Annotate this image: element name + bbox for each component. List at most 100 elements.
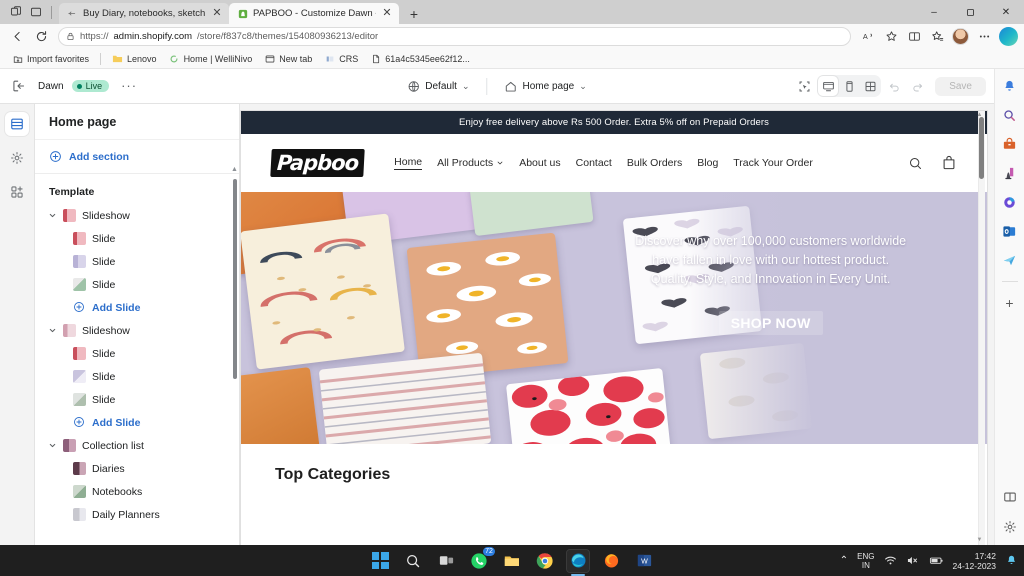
chevron-down-icon[interactable]	[47, 326, 57, 336]
add-sidebar-app-button[interactable]: +	[1000, 293, 1020, 313]
edge-icon[interactable]	[566, 548, 590, 576]
theme-settings-icon[interactable]	[5, 146, 29, 170]
exit-editor-icon[interactable]	[8, 75, 30, 97]
nav-item-blog[interactable]: Blog	[697, 157, 718, 169]
browser-tab-1[interactable]: Buy Diary, notebooks, sketchbo ✕	[59, 3, 229, 24]
chevron-down-icon[interactable]	[47, 211, 57, 221]
battery-icon[interactable]	[929, 554, 944, 567]
store-logo[interactable]: Papboo	[270, 149, 365, 177]
outlook-icon[interactable]	[1000, 221, 1020, 241]
split-screen-icon[interactable]	[903, 27, 925, 47]
cart-icon[interactable]	[941, 155, 957, 171]
tree-item-slide[interactable]: Slide	[35, 388, 239, 411]
tree-item-slideshow[interactable]: Slideshow	[35, 319, 239, 342]
nav-item-home[interactable]: Home	[394, 156, 423, 170]
file-explorer-icon[interactable]	[501, 550, 523, 572]
bookmark-wellinivo[interactable]: Home | WelliNivo	[165, 52, 257, 65]
panel-scroll-up-arrow[interactable]: ▲	[231, 166, 238, 173]
search-icon[interactable]	[402, 550, 424, 572]
bookmark-crs[interactable]: CRS	[320, 52, 362, 65]
split-screen-icon[interactable]	[1000, 487, 1020, 507]
shopping-icon[interactable]	[1000, 134, 1020, 154]
tab-actions-icon[interactable]	[27, 3, 45, 21]
nav-item-track-your-order[interactable]: Track Your Order	[733, 157, 813, 169]
tree-item-notebooks[interactable]: Notebooks	[35, 480, 239, 503]
favorite-star-icon[interactable]	[880, 27, 902, 47]
chevron-down-icon[interactable]	[47, 441, 57, 451]
close-tab-icon[interactable]: ✕	[211, 8, 223, 20]
nav-item-about-us[interactable]: About us	[519, 157, 560, 169]
tree-item-slide[interactable]: Slide	[35, 365, 239, 388]
desktop-view-icon[interactable]	[818, 76, 839, 96]
scroll-down-arrow[interactable]: ▼	[976, 537, 983, 544]
sections-tree-scroll: Add section Template Slideshow Slide Sli…	[35, 139, 239, 545]
maximize-button[interactable]	[952, 0, 988, 24]
back-arrow-icon[interactable]	[6, 27, 28, 47]
settings-gear-icon[interactable]	[1000, 517, 1020, 537]
browser-tab-2[interactable]: PAPBOO - Customize Dawn - Sh ✕	[229, 3, 399, 24]
tree-item-slide[interactable]: Slide	[35, 273, 239, 296]
tray-expand-chevron[interactable]: ⌃	[840, 555, 848, 566]
search-icon[interactable]	[908, 156, 923, 171]
nav-item-contact[interactable]: Contact	[576, 157, 612, 169]
bookmark-new-tab[interactable]: New tab	[260, 52, 316, 65]
tree-item-daily-planners[interactable]: Daily Planners	[35, 503, 239, 526]
panel-scrollbar[interactable]	[233, 179, 237, 379]
inspector-icon[interactable]	[794, 76, 814, 96]
shop-now-button[interactable]: SHOP NOW	[718, 311, 823, 335]
notification-bell-icon[interactable]	[1005, 554, 1018, 567]
bookmark-import-favorites[interactable]: Import favorites	[8, 52, 93, 65]
edge-sidebar: +	[994, 69, 1024, 545]
word-icon[interactable]: W	[633, 550, 655, 572]
apps-icon[interactable]	[5, 180, 29, 204]
save-button[interactable]: Save	[935, 76, 986, 96]
refresh-icon[interactable]	[30, 27, 52, 47]
locale-selector[interactable]: Default ⌄	[400, 77, 476, 96]
close-tab-icon[interactable]: ✕	[381, 8, 393, 20]
minimize-button[interactable]: –	[916, 0, 952, 24]
add-section-button[interactable]: Add section	[35, 139, 239, 174]
start-button[interactable]	[369, 550, 391, 572]
tree-item-slide[interactable]: Slide	[35, 342, 239, 365]
add-slide-button[interactable]: Add Slide	[35, 296, 239, 319]
address-bar[interactable]: https:// admin.shopify.com/store/f837c8/t…	[58, 27, 851, 46]
hero-slideshow[interactable]: Discover why over 100,000 customers worl…	[241, 192, 987, 444]
wifi-icon[interactable]	[884, 554, 897, 567]
settings-more-icon[interactable]	[973, 27, 995, 47]
tree-item-collection-list[interactable]: Collection list	[35, 434, 239, 457]
copilot-icon[interactable]	[999, 27, 1018, 46]
games-icon[interactable]	[1000, 163, 1020, 183]
close-window-button[interactable]: ✕	[988, 0, 1024, 24]
volume-muted-icon[interactable]	[906, 554, 920, 567]
chrome-icon[interactable]	[534, 550, 556, 572]
add-slide-button[interactable]: Add Slide	[35, 411, 239, 434]
tree-item-slideshow[interactable]: Slideshow	[35, 204, 239, 227]
copilot-icon[interactable]	[1000, 192, 1020, 212]
tree-item-diaries[interactable]: Diaries	[35, 457, 239, 480]
bookmark-lenovo[interactable]: Lenovo	[108, 52, 161, 65]
page-selector[interactable]: Home page ⌄	[497, 77, 593, 96]
nav-item-bulk-orders[interactable]: Bulk Orders	[627, 157, 682, 169]
language-indicator[interactable]: ENG IN	[857, 552, 874, 570]
search-icon[interactable]	[1000, 105, 1020, 125]
read-aloud-icon[interactable]: A	[857, 27, 879, 47]
bookmark-document[interactable]: 61a4c5345ee62f12...	[366, 52, 474, 65]
copilot-tabs-icon[interactable]	[7, 3, 25, 21]
send-icon[interactable]	[1000, 250, 1020, 270]
task-view-icon[interactable]	[435, 550, 457, 572]
nav-item-all-products[interactable]: All Products	[437, 157, 504, 169]
fullscreen-view-icon[interactable]	[860, 76, 880, 96]
profile-avatar[interactable]	[952, 28, 969, 45]
sections-icon[interactable]	[5, 112, 29, 136]
new-tab-button[interactable]: +	[404, 4, 424, 24]
more-actions-button[interactable]: ···	[117, 79, 141, 92]
firefox-icon[interactable]	[600, 550, 622, 572]
tree-item-slide[interactable]: Slide	[35, 250, 239, 273]
tree-item-slide[interactable]: Slide	[35, 227, 239, 250]
notifications-bell-icon[interactable]	[1000, 76, 1020, 96]
mobile-view-icon[interactable]	[839, 76, 859, 96]
preview-scrollbar-thumb[interactable]	[979, 117, 984, 179]
clock[interactable]: 17:42 24-12-2023	[953, 551, 996, 571]
whatsapp-icon[interactable]: 72	[468, 546, 495, 572]
collections-icon[interactable]	[926, 27, 948, 47]
